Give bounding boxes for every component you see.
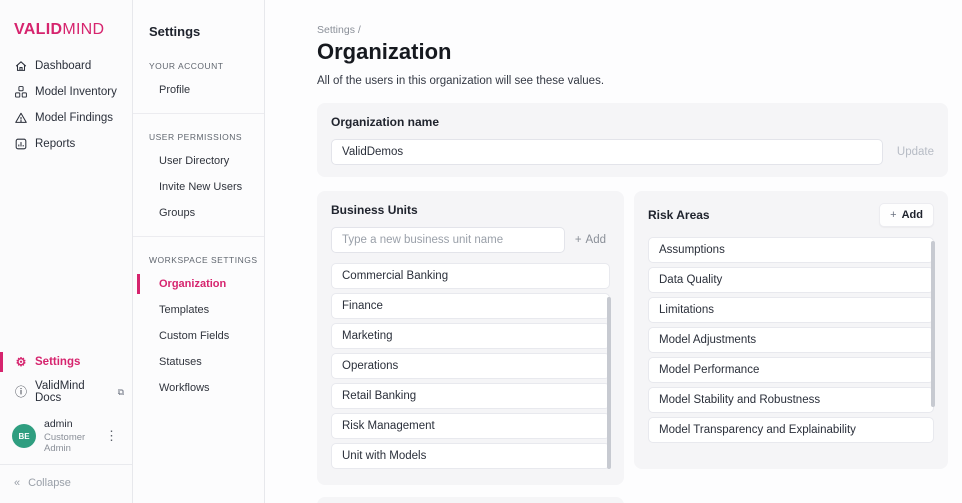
section-label-your-account: YOUR ACCOUNT (133, 53, 264, 77)
organization-name-card: Organization name Update (317, 103, 948, 177)
app-window: VALIDMIND Dashboard Model Inventory Mode… (0, 0, 962, 503)
user-name: admin (44, 418, 93, 430)
risk-areas-title: Risk Areas (648, 208, 710, 222)
add-label: Add (586, 234, 606, 246)
external-link-icon: ⧉ (118, 387, 124, 398)
list-item[interactable]: Model Transparency and Explainability (648, 417, 934, 443)
list-item[interactable]: Finance (331, 293, 610, 319)
gear-icon: ⚙ (14, 356, 28, 368)
subnav-item-user-directory[interactable]: User Directory (133, 148, 264, 174)
sidebar-item-label: Reports (35, 138, 75, 150)
breadcrumb-settings[interactable]: Settings (317, 24, 355, 36)
page-subtitle: All of the users in this organization wi… (317, 75, 948, 87)
subnav-item-groups[interactable]: Groups (133, 200, 264, 226)
info-icon: ⓘ (14, 386, 28, 398)
subnav-item-organization[interactable]: Organization (133, 271, 264, 297)
validmind-logo[interactable]: VALIDMIND (0, 0, 132, 53)
risk-areas-header: Risk Areas + Add (648, 203, 934, 227)
list-item[interactable]: Model Stability and Robustness (648, 387, 934, 413)
collapse-chevrons-icon: « (14, 477, 20, 489)
warning-triangle-icon (14, 111, 28, 125)
sidebar-item-label: ValidMind Docs (35, 380, 109, 404)
sidebar-item-validmind-docs[interactable]: ⓘ ValidMind Docs ⧉ (0, 374, 132, 410)
business-units-title: Business Units (331, 203, 610, 217)
page-title: Organization (317, 39, 948, 65)
add-label: Add (902, 209, 923, 221)
sidebar-item-label: Model Inventory (35, 86, 117, 98)
list-item[interactable]: Model Adjustments (648, 327, 934, 353)
subnav-title: Settings (133, 24, 264, 53)
sidebar-item-dashboard[interactable]: Dashboard (0, 53, 132, 79)
risk-areas-card: Risk Areas + Add Assumptions Data Qualit… (634, 191, 948, 469)
home-icon (14, 59, 28, 73)
business-unit-add-row: + Add (331, 227, 610, 253)
list-item[interactable]: Operations (331, 353, 610, 379)
user-role: Customer Admin (44, 432, 93, 454)
scrollbar[interactable] (931, 241, 935, 407)
divider (133, 113, 264, 114)
breadcrumb: Settings / (317, 24, 948, 36)
sidebar-item-label: Settings (35, 356, 80, 368)
risk-areas-list: Assumptions Data Quality Limitations Mod… (648, 237, 934, 443)
list-item[interactable]: Model Performance (648, 357, 934, 383)
sidebar-item-label: Dashboard (35, 60, 91, 72)
sidebar-item-model-inventory[interactable]: Model Inventory (0, 79, 132, 105)
user-account-row[interactable]: BE admin Customer Admin ⋮ (0, 410, 132, 464)
kebab-menu-icon[interactable]: ⋮ (101, 426, 122, 446)
collapse-label: Collapse (28, 477, 71, 489)
list-item[interactable]: Marketing (331, 323, 610, 349)
sidebar-item-reports[interactable]: Reports (0, 131, 132, 157)
organization-name-input[interactable] (331, 139, 883, 165)
use-cases-card: Use Cases + Add Analytics (317, 497, 624, 503)
sidebar-spacer (0, 157, 132, 350)
logo-bold: VALID (14, 21, 62, 38)
breadcrumb-separator: / (358, 24, 361, 36)
update-button[interactable]: Update (897, 146, 934, 158)
sidebar-item-model-findings[interactable]: Model Findings (0, 105, 132, 131)
list-item[interactable]: Risk Management (331, 413, 610, 439)
plus-icon: + (890, 209, 896, 221)
list-item[interactable]: Commercial Banking (331, 263, 610, 289)
sidebar-item-label: Model Findings (35, 112, 113, 124)
sidebar-item-settings[interactable]: ⚙ Settings (0, 350, 132, 374)
subnav-item-profile[interactable]: Profile (133, 77, 264, 103)
add-risk-area-button[interactable]: + Add (879, 203, 934, 227)
add-business-unit-button[interactable]: + Add (571, 234, 610, 246)
list-item[interactable]: Assumptions (648, 237, 934, 263)
new-business-unit-input[interactable] (331, 227, 565, 253)
section-label-user-permissions: USER PERMISSIONS (133, 124, 264, 148)
section-label-workspace-settings: WORKSPACE SETTINGS (133, 247, 264, 271)
list-item[interactable]: Data Quality (648, 267, 934, 293)
divider (133, 236, 264, 237)
collapse-sidebar-button[interactable]: « Collapse (0, 464, 132, 503)
main-sidebar: VALIDMIND Dashboard Model Inventory Mode… (0, 0, 133, 503)
scrollbar[interactable] (607, 297, 611, 469)
plus-icon: + (575, 234, 582, 246)
list-item[interactable]: Limitations (648, 297, 934, 323)
cards-grid: Business Units + Add Commercial Banking … (317, 191, 948, 503)
business-units-card: Business Units + Add Commercial Banking … (317, 191, 624, 485)
user-meta: admin Customer Admin (44, 418, 93, 454)
report-chart-icon (14, 137, 28, 151)
business-units-list: Commercial Banking Finance Marketing Ope… (331, 263, 610, 469)
subnav-item-custom-fields[interactable]: Custom Fields (133, 323, 264, 349)
list-item[interactable]: Retail Banking (331, 383, 610, 409)
organization-name-label: Organization name (331, 115, 934, 129)
logo-light: MIND (62, 21, 104, 38)
subnav-item-statuses[interactable]: Statuses (133, 349, 264, 375)
main-content: Settings / Organization All of the users… (265, 0, 962, 503)
subnav-item-invite-new-users[interactable]: Invite New Users (133, 174, 264, 200)
cubes-icon (14, 85, 28, 99)
avatar: BE (12, 424, 36, 448)
subnav-item-workflows[interactable]: Workflows (133, 375, 264, 401)
list-item[interactable]: Unit with Models (331, 443, 610, 469)
organization-name-row: Update (331, 139, 934, 165)
subnav-item-templates[interactable]: Templates (133, 297, 264, 323)
settings-subnav: Settings YOUR ACCOUNT Profile USER PERMI… (133, 0, 265, 503)
